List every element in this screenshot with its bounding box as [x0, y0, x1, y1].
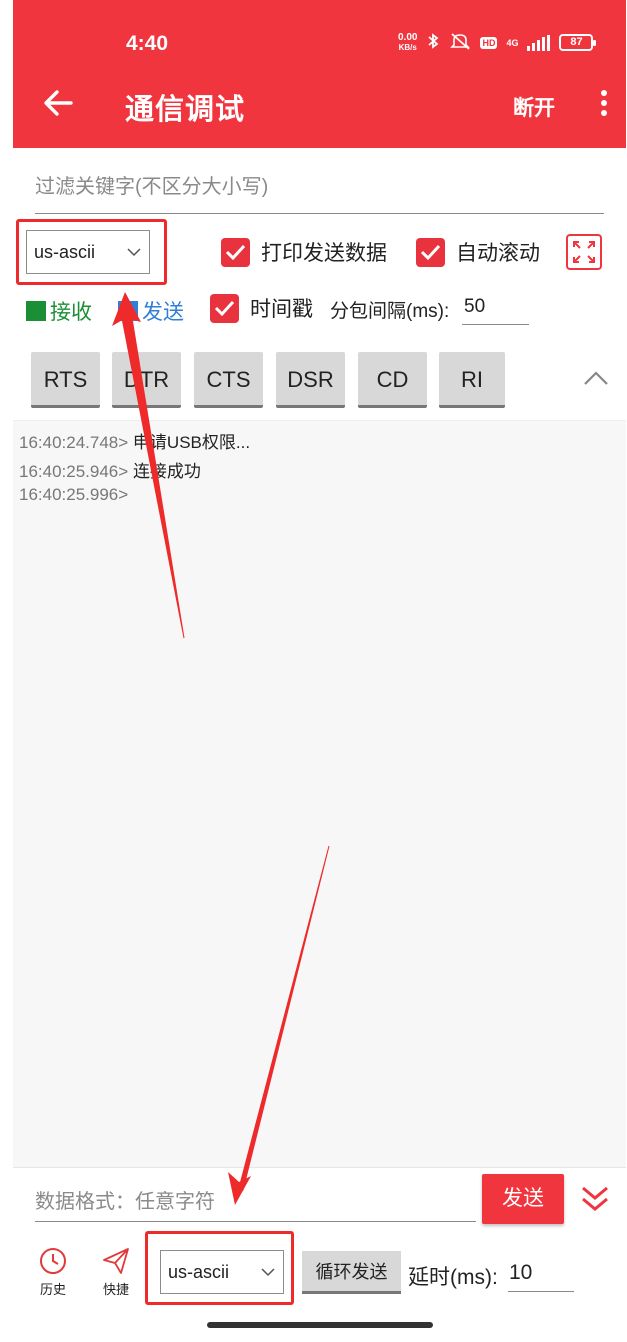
log-line: 16:40:25.996> [19, 485, 129, 504]
quick-label: 快捷 [102, 1282, 129, 1297]
checkbox-checked-icon [416, 237, 445, 267]
bluetooth-icon [426, 32, 440, 53]
signal-button-cts[interactable]: CTS [194, 352, 263, 408]
history-button[interactable]: 历史 [36, 1246, 70, 1298]
packet-interval-label: 分包间隔(ms): [330, 301, 450, 322]
status-time: 4:40 [126, 32, 169, 55]
send-color-swatch [118, 301, 138, 321]
annotation-box-bottom [145, 1231, 294, 1305]
quick-send-button[interactable]: 快捷 [99, 1246, 133, 1298]
chevron-up-icon[interactable] [581, 368, 611, 388]
filter-field [35, 166, 604, 214]
checkbox-checked-icon [210, 293, 239, 323]
send-button[interactable]: 发送 [482, 1174, 564, 1224]
net-speed: 0.00 KB/s [398, 31, 418, 52]
disconnect-button[interactable]: 断开 [513, 92, 555, 122]
receive-color-swatch [26, 301, 46, 321]
hd-badge: HD [480, 36, 498, 49]
log-area[interactable]: 16:40:24.748> 申请USB权限... 16:40:25.946> 连… [13, 420, 626, 1167]
auto-scroll-checkbox[interactable]: 自动滚动 [416, 237, 540, 267]
print-sent-label: 打印发送数据 [261, 242, 387, 265]
double-chevron-down-icon[interactable] [578, 1184, 612, 1216]
fullscreen-icon[interactable] [566, 234, 602, 270]
log-line: 16:40:24.748> 申请USB权限... [19, 433, 251, 452]
more-vert-icon[interactable] [597, 90, 611, 122]
back-arrow-icon[interactable] [41, 86, 75, 120]
send-data-input[interactable]: 数据格式：任意字符 [35, 1184, 476, 1222]
signal-button-rts[interactable]: RTS [31, 352, 100, 408]
signal-button-ri[interactable]: RI [439, 352, 505, 408]
auto-scroll-label: 自动滚动 [456, 242, 540, 265]
packet-interval-input[interactable]: 50 [462, 293, 529, 325]
network-type: 4G [506, 37, 519, 48]
send-label: 发送 [142, 301, 184, 324]
log-line: 16:40:25.946> 连接成功 [19, 462, 201, 481]
home-indicator[interactable] [207, 1322, 433, 1328]
history-label: 历史 [39, 1282, 66, 1297]
checkbox-checked-icon [221, 237, 250, 267]
clock-icon [40, 1248, 66, 1274]
print-sent-checkbox[interactable]: 打印发送数据 [221, 237, 387, 267]
filter-input[interactable] [35, 166, 604, 208]
battery-icon: 87 [559, 34, 597, 51]
receive-label: 接收 [50, 301, 92, 324]
silent-icon [449, 32, 471, 53]
timestamp-label: 时间戳 [250, 298, 313, 321]
app-bar: 4:40 0.00 KB/s HD 4G 87 通信调试 断开 [13, 0, 626, 148]
status-icons: 0.00 KB/s HD 4G 87 [398, 31, 597, 53]
signal-button-dsr[interactable]: DSR [276, 352, 345, 408]
paper-plane-icon [103, 1248, 129, 1274]
delay-label: 延时(ms): [408, 1266, 498, 1289]
loop-send-button[interactable]: 循环发送 [302, 1251, 401, 1294]
annotation-box-top [16, 219, 167, 285]
send-legend: 发送 [118, 296, 184, 326]
page-title: 通信调试 [125, 94, 246, 126]
delay-input[interactable]: 10 [508, 1258, 574, 1292]
signal-icon [527, 34, 551, 51]
signal-button-cd[interactable]: CD [358, 352, 427, 408]
signal-button-dtr[interactable]: DTR [112, 352, 181, 408]
receive-legend: 接收 [26, 296, 92, 326]
timestamp-checkbox[interactable]: 时间戳 [210, 293, 313, 323]
